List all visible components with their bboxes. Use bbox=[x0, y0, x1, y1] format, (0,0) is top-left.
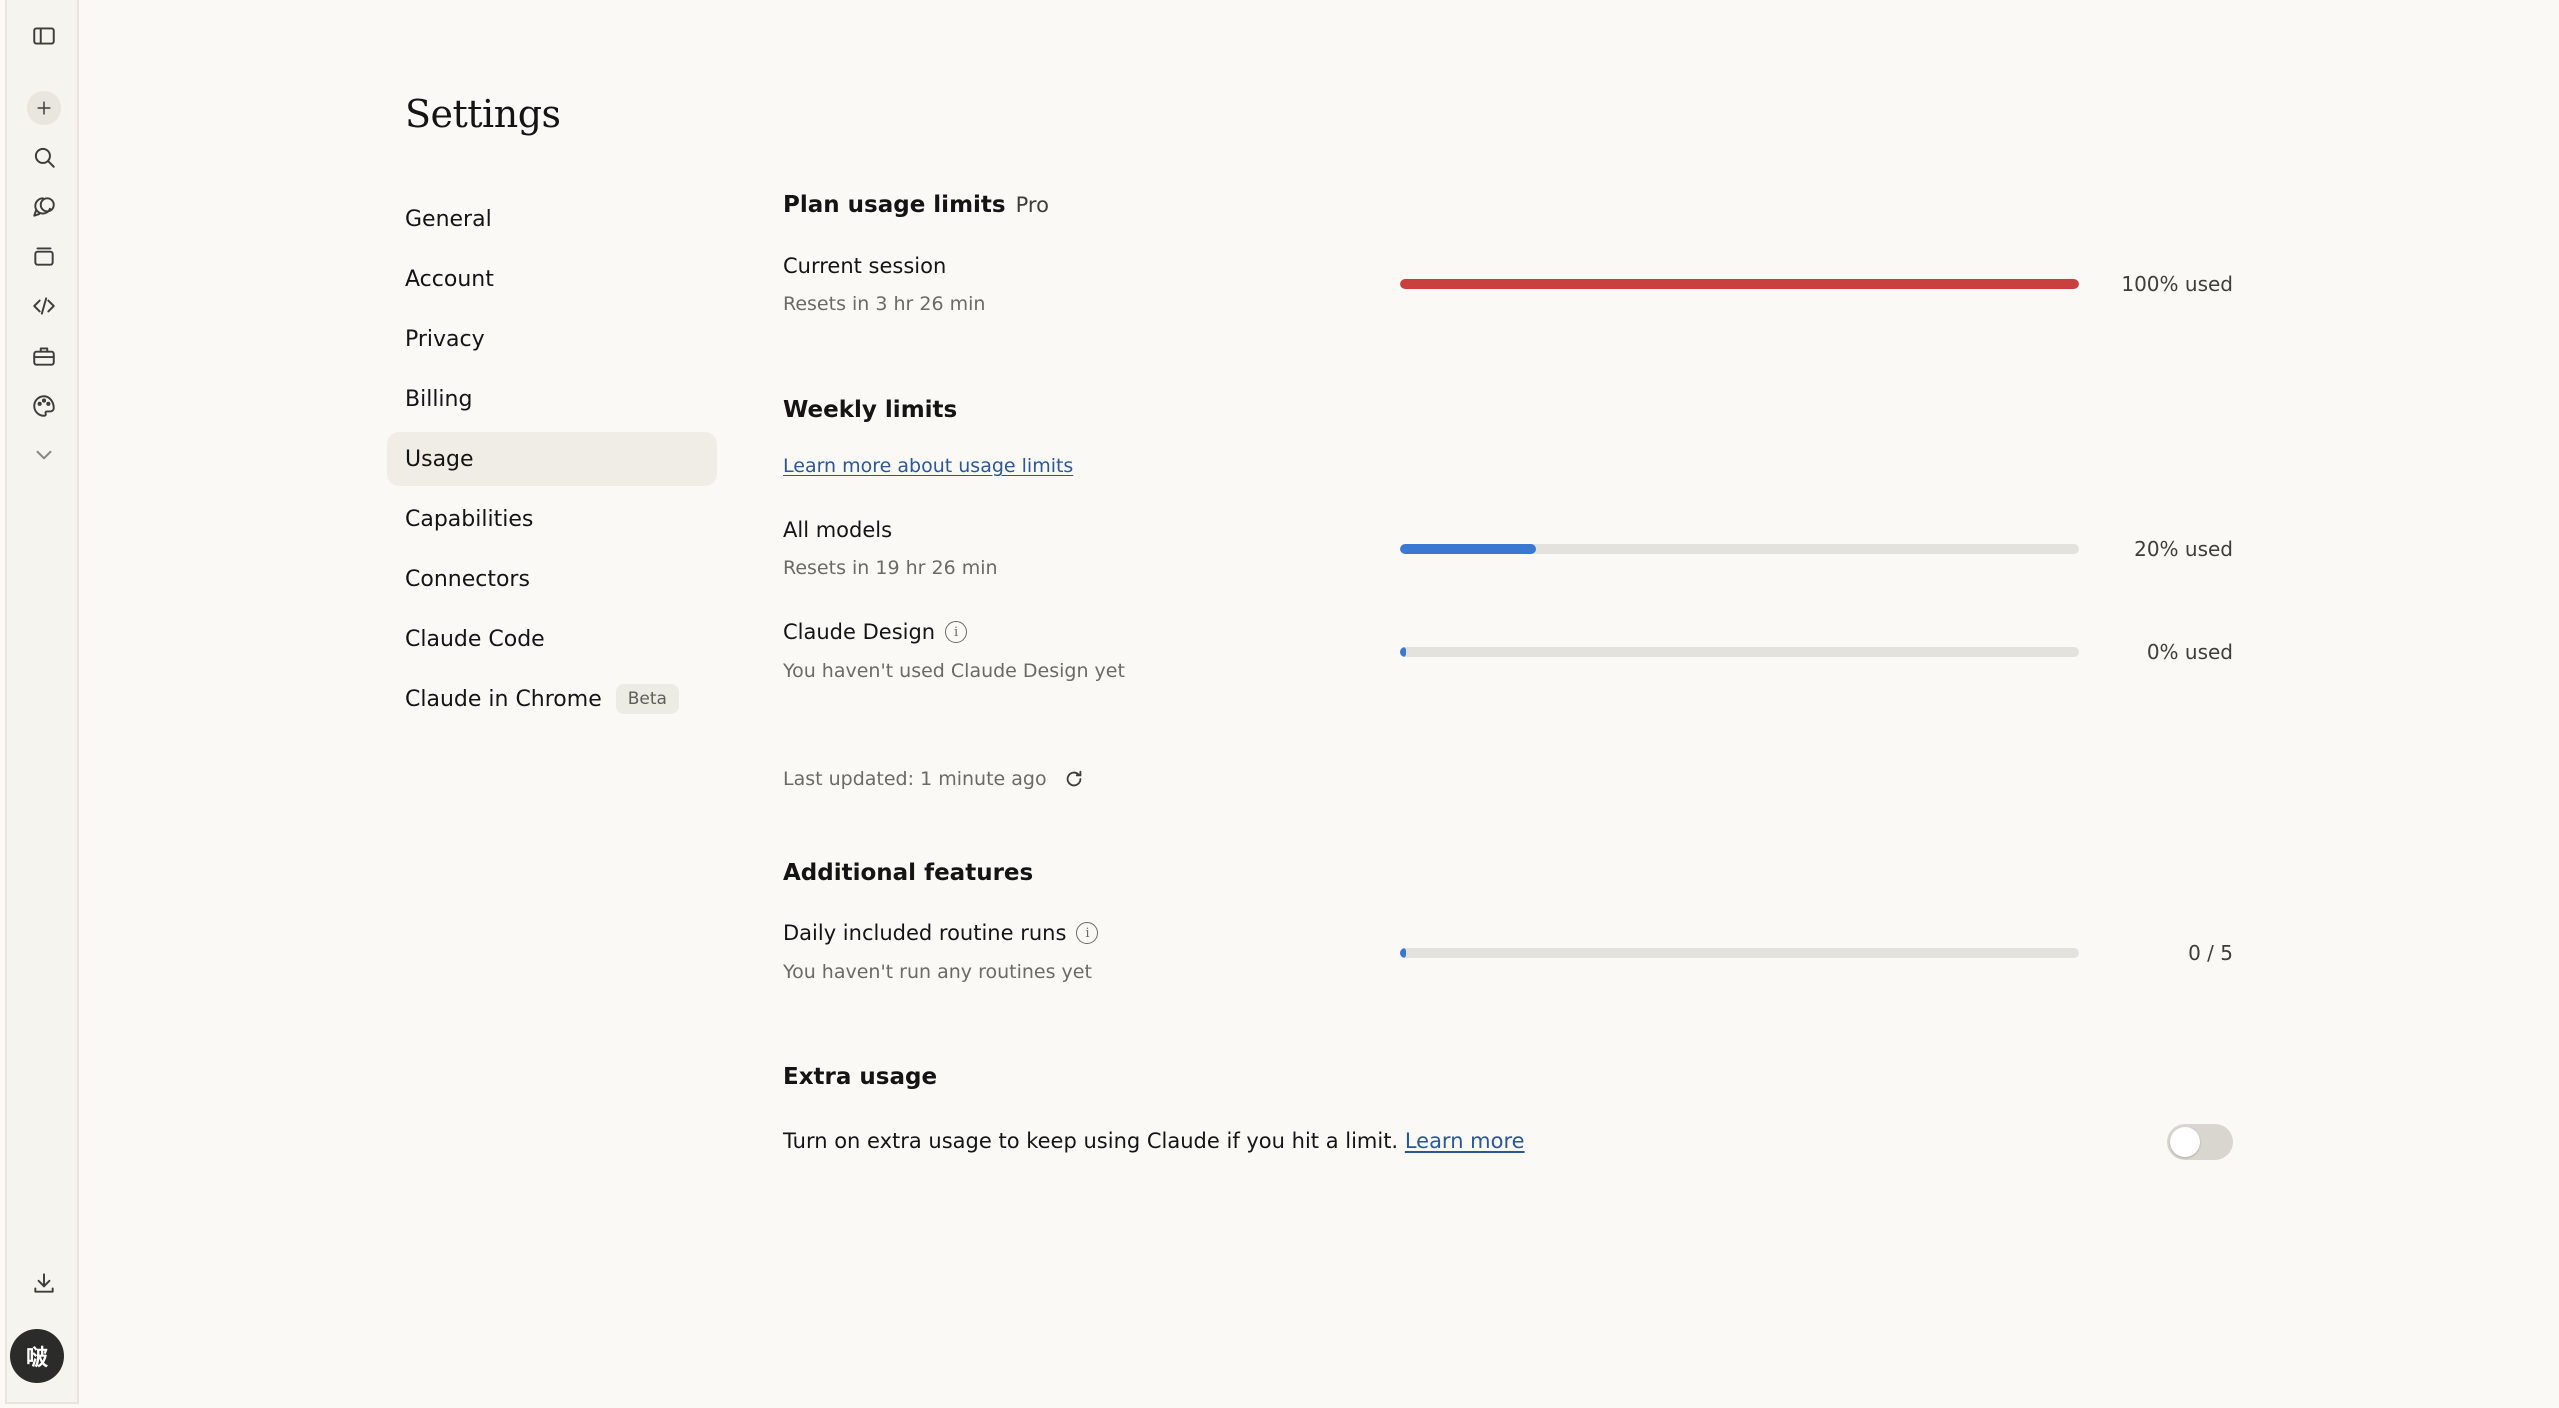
nav-item-label: Capabilities bbox=[405, 506, 534, 532]
current-session-value: 100% used bbox=[2121, 272, 2233, 296]
icon-rail bbox=[5, 0, 79, 1404]
nav-item-privacy[interactable]: Privacy bbox=[387, 312, 717, 366]
all-models-bar-fill bbox=[1400, 544, 1536, 554]
nav-item-billing[interactable]: Billing bbox=[387, 372, 717, 426]
all-models-value: 20% used bbox=[2134, 537, 2233, 561]
toggle-knob bbox=[2170, 1127, 2200, 1157]
last-updated-text: Last updated: 1 minute ago bbox=[783, 768, 1047, 790]
routine-runs-bar-fill bbox=[1400, 948, 1406, 958]
current-session-bar-fill bbox=[1400, 279, 2079, 289]
nav-item-usage[interactable]: Usage bbox=[387, 432, 717, 486]
claude-design-bar-fill bbox=[1400, 647, 1406, 657]
claude-design-bar bbox=[1400, 647, 2079, 657]
nav-item-label: General bbox=[405, 206, 492, 232]
nav-item-account[interactable]: Account bbox=[387, 252, 717, 306]
chevron-down-icon[interactable] bbox=[7, 433, 81, 477]
current-session-label: Current session bbox=[783, 254, 947, 278]
toolbox-icon[interactable] bbox=[7, 334, 81, 378]
plus-icon bbox=[27, 91, 61, 125]
search-icon[interactable] bbox=[7, 135, 81, 179]
avatar[interactable]: 啵 bbox=[10, 1329, 64, 1383]
refresh-icon[interactable] bbox=[1063, 768, 1085, 790]
all-models-bar bbox=[1400, 544, 2079, 554]
claude-design-value: 0% used bbox=[2146, 640, 2233, 664]
download-icon[interactable] bbox=[7, 1261, 81, 1305]
all-models-label: All models bbox=[783, 518, 893, 542]
nav-item-claude-code[interactable]: Claude Code bbox=[387, 612, 717, 666]
settings-nav: General Account Privacy Billing Usage Ca… bbox=[387, 192, 717, 732]
extra-usage-text: Turn on extra usage to keep using Claude… bbox=[783, 1129, 1399, 1153]
extra-usage-toggle[interactable] bbox=[2167, 1124, 2233, 1160]
learn-more-link[interactable]: Learn more bbox=[1405, 1129, 1525, 1153]
routine-runs-bar bbox=[1400, 948, 2079, 958]
code-icon[interactable] bbox=[7, 284, 81, 328]
nav-item-label: Account bbox=[405, 266, 494, 292]
page-title: Settings bbox=[405, 92, 561, 136]
additional-features-title: Additional features bbox=[783, 860, 1034, 886]
plan-usage-title: Plan usage limits bbox=[783, 192, 1006, 218]
claude-design-status: You haven't used Claude Design yet bbox=[783, 660, 1125, 682]
nav-item-label: Claude Code bbox=[405, 626, 545, 652]
sidebar-toggle-icon[interactable] bbox=[7, 14, 81, 58]
nav-item-label: Claude in Chrome bbox=[405, 686, 602, 712]
extra-usage-description: Turn on extra usage to keep using Claude… bbox=[783, 1129, 1525, 1153]
usage-panel: Plan usage limits Pro Current session Res… bbox=[783, 0, 2233, 1408]
nav-item-general[interactable]: General bbox=[387, 192, 717, 246]
nav-item-label: Privacy bbox=[405, 326, 485, 352]
current-session-reset: Resets in 3 hr 26 min bbox=[783, 293, 986, 315]
nav-item-label: Billing bbox=[405, 386, 473, 412]
routine-runs-value: 0 / 5 bbox=[2188, 941, 2233, 965]
routine-runs-status: You haven't run any routines yet bbox=[783, 961, 1092, 983]
info-icon[interactable]: i bbox=[945, 621, 968, 643]
last-updated-row: Last updated: 1 minute ago bbox=[783, 768, 1085, 790]
claude-design-label: Claude Design bbox=[783, 620, 936, 644]
nav-item-label: Connectors bbox=[405, 566, 530, 592]
new-chat-button[interactable] bbox=[7, 86, 81, 130]
routine-runs-label: Daily included routine runs bbox=[783, 921, 1067, 945]
chats-icon[interactable] bbox=[7, 185, 81, 229]
all-models-reset: Resets in 19 hr 26 min bbox=[783, 557, 998, 579]
nav-item-label: Usage bbox=[405, 446, 474, 472]
claude-design-row-label: Claude Design i bbox=[783, 620, 968, 644]
palette-icon[interactable] bbox=[7, 384, 81, 428]
learn-more-usage-link[interactable]: Learn more about usage limits bbox=[783, 455, 1073, 477]
routine-runs-row-label: Daily included routine runs i bbox=[783, 921, 1099, 945]
nav-item-claude-in-chrome[interactable]: Claude in Chrome Beta bbox=[387, 672, 717, 726]
nav-item-capabilities[interactable]: Capabilities bbox=[387, 492, 717, 546]
nav-item-connectors[interactable]: Connectors bbox=[387, 552, 717, 606]
beta-badge: Beta bbox=[615, 684, 679, 714]
info-icon[interactable]: i bbox=[1076, 922, 1099, 944]
weekly-limits-title: Weekly limits bbox=[783, 397, 958, 423]
plan-usage-heading: Plan usage limits Pro bbox=[783, 192, 1049, 218]
plan-tag: Pro bbox=[1015, 193, 1049, 217]
projects-icon[interactable] bbox=[7, 234, 81, 278]
current-session-bar bbox=[1400, 279, 2079, 289]
extra-usage-title: Extra usage bbox=[783, 1064, 938, 1090]
